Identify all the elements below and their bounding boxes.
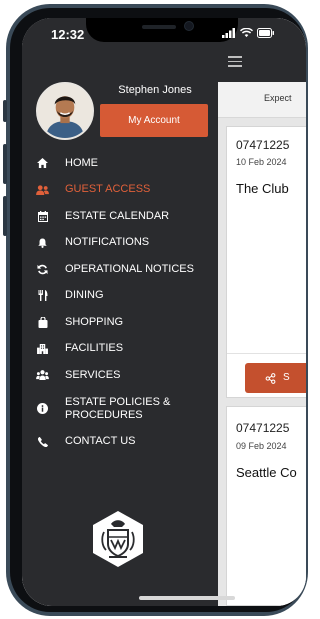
user-name: Stephen Jones	[118, 84, 192, 96]
screen: Expect 07471225 10 Feb 2024 The Club S 0…	[22, 18, 306, 606]
menu-label: ESTATE CALENDAR	[65, 209, 170, 222]
building-icon	[36, 342, 49, 355]
menu-label: OPERATIONAL NOTICES	[65, 262, 194, 275]
tab-expected[interactable]: Expect	[264, 93, 292, 103]
menu-item-estate-calendar[interactable]: ESTATE CALENDAR	[22, 203, 218, 230]
menu-item-home[interactable]: HOME	[22, 150, 218, 177]
menu-label: GUEST ACCESS	[65, 183, 151, 196]
guest-date: 10 Feb 2024	[236, 157, 287, 167]
menu-item-dining[interactable]: DINING	[22, 283, 218, 310]
menu-label: HOME	[65, 156, 98, 169]
sync-icon	[36, 263, 49, 276]
profile-photo	[38, 84, 92, 138]
guest-date: 09 Feb 2024	[236, 441, 287, 451]
share-icon	[265, 373, 276, 384]
services-icon	[36, 369, 49, 382]
menu-item-estate-policies[interactable]: ESTATE POLICIES & PROCEDURES	[22, 389, 218, 429]
shopping-bag-icon	[36, 316, 49, 329]
earpiece-speaker	[142, 25, 176, 29]
guest-card[interactable]: 07471225 10 Feb 2024 The Club S	[226, 126, 306, 398]
menu-item-guest-access[interactable]: GUEST ACCESS	[22, 177, 218, 204]
menu-item-services[interactable]: SERVICES	[22, 362, 218, 389]
menu-item-shopping[interactable]: SHOPPING	[22, 309, 218, 336]
share-button[interactable]: S	[245, 363, 306, 393]
estate-crest-logo	[93, 511, 143, 567]
navigation-drawer: Stephen Jones My Account HOME GUEST ACCE…	[22, 18, 218, 606]
front-camera	[184, 21, 194, 31]
menu-label: SERVICES	[65, 368, 121, 381]
wifi-icon	[240, 28, 253, 38]
menu-label: DINING	[65, 289, 104, 302]
menu-label: NOTIFICATIONS	[65, 236, 150, 249]
hamburger-icon[interactable]	[228, 56, 242, 67]
home-indicator[interactable]	[139, 596, 235, 600]
card-divider	[227, 353, 306, 354]
signal-icon	[222, 28, 235, 38]
bell-icon	[36, 236, 49, 249]
avatar[interactable]	[36, 82, 94, 140]
home-icon	[36, 157, 49, 170]
my-account-button[interactable]: My Account	[100, 104, 208, 137]
share-label: S	[283, 372, 290, 383]
utensils-icon	[36, 289, 49, 302]
menu-label: FACILITIES	[65, 342, 124, 355]
guest-place: Seattle Co	[236, 465, 297, 480]
menu-item-operational-notices[interactable]: OPERATIONAL NOTICES	[22, 256, 218, 283]
guest-place: The Club	[236, 181, 289, 196]
menu-label: ESTATE POLICIES & PROCEDURES	[65, 395, 171, 421]
users-icon	[36, 183, 49, 196]
status-time: 12:32	[51, 27, 85, 42]
battery-icon	[257, 28, 274, 38]
guest-card[interactable]: 07471225 09 Feb 2024 Seattle Co	[226, 406, 306, 606]
volume-down-button	[3, 196, 7, 236]
status-icons	[222, 28, 275, 38]
menu-label: CONTACT US	[65, 435, 136, 448]
volume-up-button	[3, 144, 7, 184]
guest-phone: 07471225	[236, 138, 290, 152]
menu-item-notifications[interactable]: NOTIFICATIONS	[22, 230, 218, 257]
menu-item-contact-us[interactable]: CONTACT US	[22, 429, 218, 456]
drawer-menu: HOME GUEST ACCESS ESTATE CALENDAR NOTIFI…	[22, 150, 218, 455]
phone-notch	[86, 18, 238, 42]
mute-switch	[3, 100, 7, 122]
info-icon	[36, 402, 49, 415]
guest-phone: 07471225	[236, 421, 290, 435]
menu-label: SHOPPING	[65, 315, 124, 328]
phone-icon	[36, 435, 49, 448]
menu-item-facilities[interactable]: FACILITIES	[22, 336, 218, 363]
tab-bar: Expect	[218, 82, 306, 118]
calendar-icon	[36, 210, 49, 223]
